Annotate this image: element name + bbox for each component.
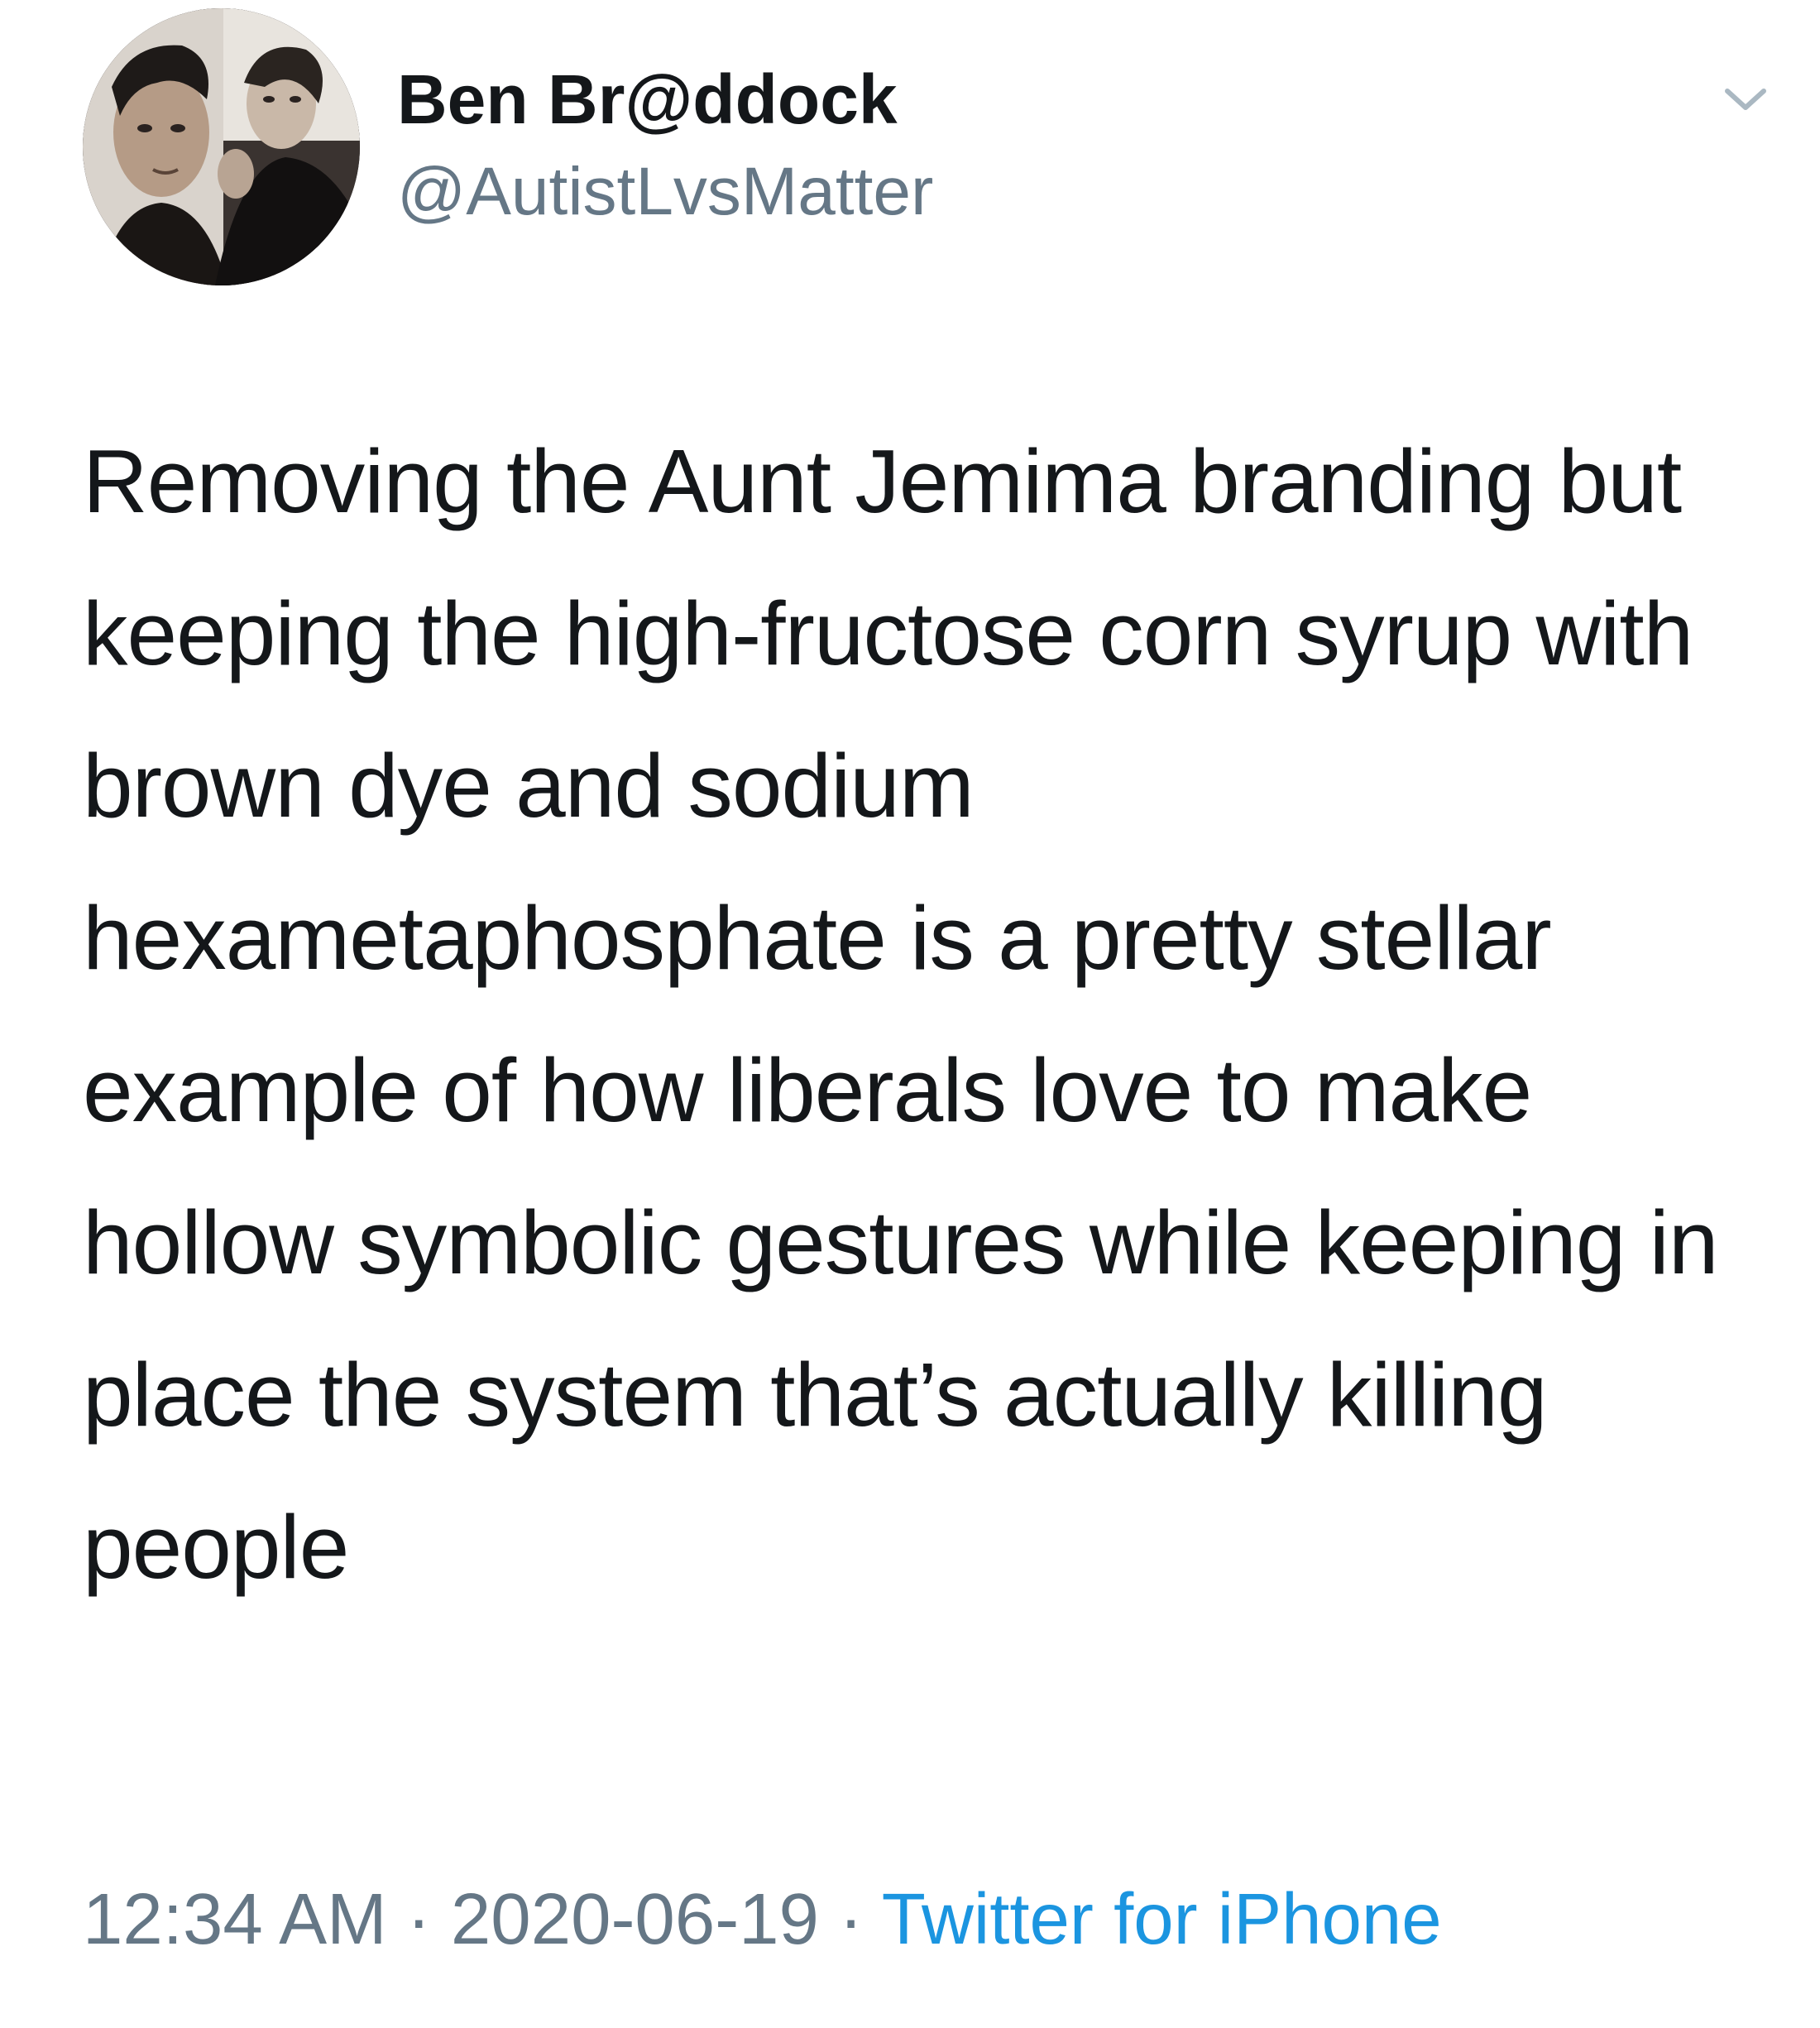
tweet-time[interactable]: 12:34 AM <box>83 1879 387 1959</box>
tweet-source-link[interactable]: Twitter for iPhone <box>882 1879 1442 1959</box>
meta-separator: · <box>818 1879 882 1959</box>
tweet-date[interactable]: 2020-06-19 <box>451 1879 819 1959</box>
author-names: Ben Br@ddock @AutistLvsMatter <box>397 58 933 233</box>
tweet-header: Ben Br@ddock @AutistLvsMatter <box>83 8 1779 298</box>
tweet-card: Ben Br@ddock @AutistLvsMatter Removing t… <box>0 0 1820 2028</box>
avatar-image <box>83 8 360 285</box>
tweet-text: Removing the Aunt Jemima branding but ke… <box>83 431 1742 1598</box>
avatar[interactable] <box>83 8 360 285</box>
user-handle[interactable]: @AutistLvsMatter <box>397 151 933 233</box>
chevron-down-icon[interactable] <box>1721 83 1770 116</box>
display-name[interactable]: Ben Br@ddock <box>397 58 933 141</box>
meta-separator: · <box>386 1879 451 1959</box>
tweet-meta: 12:34 AM · 2020-06-19 · Twitter for iPho… <box>83 1878 1442 1961</box>
